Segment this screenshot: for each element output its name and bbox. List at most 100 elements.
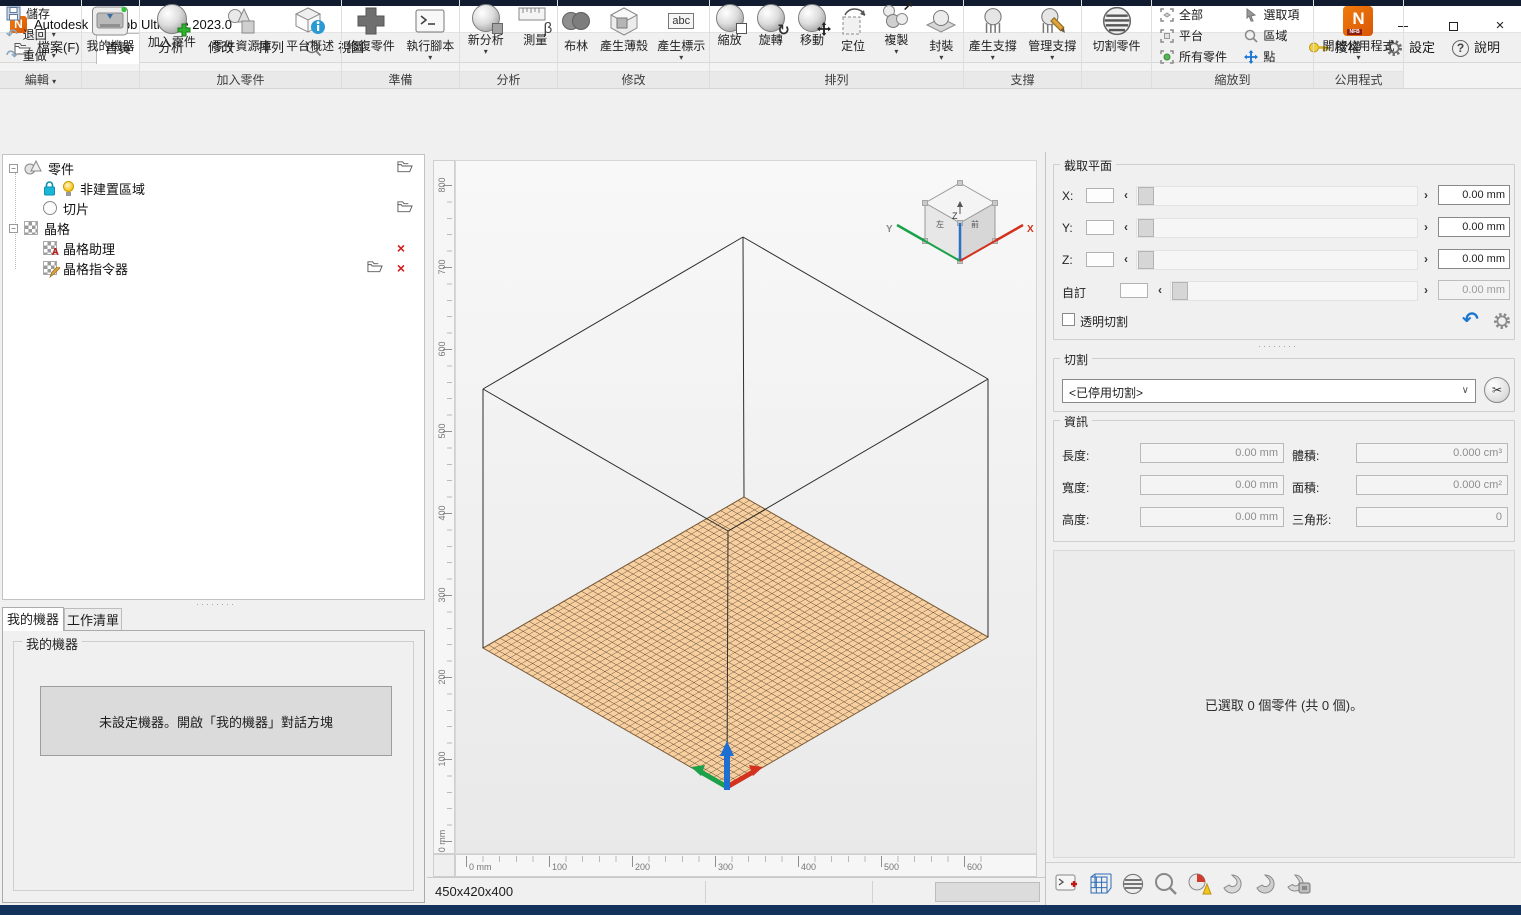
duplicate-button[interactable]: ↗ 複製 ▾	[875, 0, 918, 56]
x-enable-box[interactable]	[1086, 188, 1114, 203]
slider-right-arrow[interactable]: ›	[1424, 252, 1428, 266]
tab-my-machines[interactable]: 我的機器	[2, 607, 64, 631]
panel-splitter-handle[interactable]: ········	[196, 599, 236, 609]
cut-parts-button[interactable]: 切割零件	[1086, 0, 1148, 53]
undo-button[interactable]: ↶ 退回 ▾	[6, 24, 56, 45]
open-utility-button[interactable]: NNFB 開啟公用程式 ▾	[1322, 0, 1394, 62]
x-value-field[interactable]: 0.00 mm	[1438, 185, 1510, 205]
chevron-down-icon[interactable]: ▾	[894, 47, 898, 56]
chevron-down-icon[interactable]: ▾	[939, 53, 943, 62]
slider-right-arrow[interactable]: ›	[1424, 283, 1428, 297]
zoom-point-button[interactable]: 點	[1244, 46, 1313, 67]
package-icon[interactable]	[1219, 871, 1245, 897]
manage-support-button[interactable]: 管理支撐 ▾	[1024, 0, 1082, 62]
slider-left-arrow[interactable]: ‹	[1158, 283, 1162, 297]
view-cube-front-face-label[interactable]: 前	[971, 219, 979, 229]
bulb-icon[interactable]	[62, 181, 74, 196]
zoom-platform-button[interactable]: 平台	[1160, 25, 1244, 46]
tree-item-lattice-commander[interactable]: 晶格指令器 ×	[43, 258, 419, 278]
z-enable-box[interactable]	[1086, 252, 1114, 267]
help-button[interactable]: ? 說明	[1452, 35, 1500, 61]
view-cube[interactable]: Z Y X 左 前	[886, 181, 1034, 264]
slider-left-arrow[interactable]: ‹	[1124, 252, 1128, 266]
tree-item-lattice[interactable]: − 晶格	[9, 218, 419, 238]
my-machines-button[interactable]: 我的機器	[86, 0, 134, 53]
lattice-cube-icon[interactable]	[1087, 871, 1113, 897]
slider-right-arrow[interactable]: ›	[1424, 220, 1428, 234]
execute-cut-button[interactable]: ✂	[1484, 377, 1510, 403]
gear-icon[interactable]	[1492, 311, 1512, 331]
z-slider-thumb[interactable]	[1138, 251, 1154, 269]
custom-slider[interactable]	[1170, 281, 1418, 301]
repair-part-button[interactable]: 修復零件	[342, 0, 400, 53]
tree-item-no-build-zone[interactable]: 非建置區域	[43, 178, 419, 198]
chevron-down-icon[interactable]: ▾	[52, 30, 56, 39]
package-machine-icon[interactable]	[1285, 871, 1311, 897]
zoom-selection-button[interactable]: 選取項	[1244, 4, 1313, 25]
custom-slider-thumb[interactable]	[1172, 282, 1188, 300]
z-slider[interactable]	[1136, 250, 1418, 270]
y-slider-thumb[interactable]	[1138, 219, 1154, 237]
scale-button[interactable]: 縮放	[710, 0, 749, 47]
delete-icon[interactable]: ×	[397, 260, 405, 276]
delete-icon[interactable]: ×	[397, 240, 405, 256]
chevron-down-icon[interactable]: ▾	[52, 51, 56, 60]
y-enable-box[interactable]	[1086, 220, 1114, 235]
chevron-down-icon[interactable]: ▾	[1356, 53, 1360, 62]
redo-button[interactable]: ↷ 重做 ▾	[6, 45, 56, 66]
boolean-button[interactable]: 布林	[558, 0, 594, 53]
slider-right-arrow[interactable]: ›	[1424, 188, 1428, 202]
tab-job-list[interactable]: 工作清單	[64, 608, 122, 631]
platform-overview-button[interactable]: 平台概述	[279, 0, 341, 53]
package-alt-icon[interactable]	[1252, 871, 1278, 897]
save-button[interactable]: 儲存	[6, 3, 50, 24]
add-part-button[interactable]: 加入零件	[140, 0, 204, 49]
script-add-icon[interactable]	[1054, 871, 1080, 897]
slider-left-arrow[interactable]: ‹	[1124, 188, 1128, 202]
part-library-button[interactable]: 零件資源庫	[206, 0, 278, 53]
collapse-icon[interactable]: −	[9, 224, 18, 233]
run-script-button[interactable]: 執行腳本 ▾	[402, 0, 460, 62]
rotate-button[interactable]: ↻ 旋轉	[751, 0, 790, 47]
zoom-sphere-icon[interactable]	[1153, 871, 1179, 897]
zoom-all-parts-button[interactable]: 所有零件	[1160, 46, 1244, 67]
reset-icon[interactable]: ↶	[1462, 311, 1479, 329]
collapse-icon[interactable]: −	[9, 164, 18, 173]
y-value-field[interactable]: 0.00 mm	[1438, 217, 1510, 237]
pack-button[interactable]: 封裝 ▾	[920, 0, 963, 62]
open-folder-icon[interactable]	[397, 200, 413, 216]
zoom-region-button[interactable]: 區域	[1244, 25, 1313, 46]
slider-left-arrow[interactable]: ‹	[1124, 220, 1128, 234]
view-cube-y-label[interactable]: Y	[886, 224, 893, 235]
report-warning-icon[interactable]	[1186, 871, 1212, 897]
tree-item-parts[interactable]: − 零件	[9, 158, 419, 178]
custom-enable-box[interactable]	[1120, 283, 1148, 298]
create-label-button[interactable]: abc 產生標示 ▾	[654, 0, 709, 62]
x-slider-thumb[interactable]	[1138, 187, 1154, 205]
cut-mode-dropdown[interactable]: <已停用切割> ∨	[1062, 379, 1476, 403]
x-slider[interactable]	[1136, 186, 1418, 206]
view-cube-x-label[interactable]: X	[1027, 224, 1034, 235]
measure-button[interactable]: β 測量	[513, 0, 557, 47]
slices-icon[interactable]	[1120, 871, 1146, 897]
chevron-down-icon[interactable]: ▾	[428, 53, 432, 62]
orient-button[interactable]: 定位	[834, 0, 873, 53]
transparent-cut-checkbox[interactable]	[1062, 313, 1075, 326]
section-splitter[interactable]: ········	[1258, 341, 1298, 351]
build-platform[interactable]	[483, 497, 988, 788]
tree-item-lattice-assistant[interactable]: A 晶格助理 ×	[43, 238, 419, 258]
y-slider[interactable]	[1136, 218, 1418, 238]
create-shell-button[interactable]: 產生薄殼	[596, 0, 651, 53]
tree-item-slices[interactable]: 切片	[43, 198, 419, 218]
create-support-button[interactable]: 產生支撐 ▾	[964, 0, 1022, 62]
group-label-edit[interactable]: 編輯 ▾	[0, 71, 81, 88]
chevron-down-icon[interactable]: ▾	[679, 53, 683, 62]
open-folder-icon[interactable]	[397, 160, 413, 176]
no-machine-set-button[interactable]: 未設定機器。開啟「我的機器」對話方塊	[40, 686, 392, 756]
chevron-down-icon[interactable]: ▾	[484, 47, 488, 56]
zoom-all-button[interactable]: 全部	[1160, 4, 1244, 25]
chevron-down-icon[interactable]: ▾	[991, 53, 995, 62]
chevron-down-icon[interactable]: ▾	[1050, 53, 1054, 62]
z-value-field[interactable]: 0.00 mm	[1438, 249, 1510, 269]
view-cube-left-face-label[interactable]: 左	[936, 219, 944, 229]
